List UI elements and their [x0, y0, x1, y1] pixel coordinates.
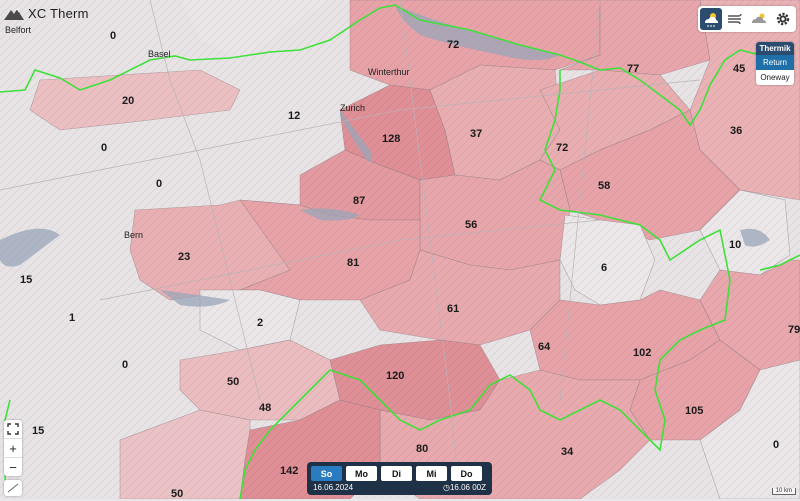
region-value: 102: [633, 347, 651, 359]
day-button-so[interactable]: So: [311, 466, 342, 481]
thermik-header: Thermik: [756, 42, 794, 55]
region-value: 23: [178, 251, 190, 263]
map-canvas[interactable]: Belfort Basel Winterthur Zurich Bern 0 7…: [0, 0, 800, 499]
thermal-layer-button[interactable]: [700, 8, 722, 30]
thermik-panel: Thermik Return Oneway: [756, 42, 794, 85]
day-button-do[interactable]: Do: [451, 466, 482, 481]
wind-layer-button[interactable]: [724, 8, 746, 30]
region-value: 58: [598, 180, 610, 192]
region-value: 120: [386, 370, 404, 382]
region-value: 0: [101, 142, 107, 154]
city-label-winterthur: Winterthur: [368, 67, 410, 77]
day-button-mo[interactable]: Mo: [346, 466, 377, 481]
region-value: 0: [110, 30, 116, 42]
layer-toolbar: [698, 6, 796, 32]
region-value: 80: [416, 443, 428, 455]
region-value: 2: [257, 317, 263, 329]
region-value: 81: [347, 257, 359, 269]
region-value: 77: [627, 63, 639, 75]
app-title-bar: XC Therm: [4, 6, 89, 21]
zoom-out-button[interactable]: −: [4, 458, 22, 476]
region-value: 72: [447, 39, 459, 51]
clock-icon: ◷: [442, 483, 450, 492]
region-value: 87: [353, 195, 365, 207]
thermik-option-return[interactable]: Return: [756, 55, 794, 70]
region-value: 37: [470, 128, 482, 140]
region-value: 15: [20, 274, 32, 286]
region-value: 142: [280, 465, 298, 477]
region-value: 128: [382, 133, 400, 145]
cloud-icon: [752, 13, 766, 23]
fullscreen-icon: [7, 423, 19, 435]
region-value: 45: [733, 63, 745, 75]
scale-bar: 10 km: [771, 488, 796, 495]
region-value: 105: [685, 405, 703, 417]
region-value: 72: [556, 142, 568, 154]
forecast-time: ◷16.06 00Z: [443, 483, 486, 492]
city-label-bern: Bern: [124, 230, 143, 240]
zoom-control: + −: [4, 420, 22, 476]
city-label-zurich: Zurich: [340, 103, 365, 113]
app-title: XC Therm: [28, 6, 89, 21]
wind-icon: [728, 13, 742, 25]
region-value: 79: [788, 324, 800, 336]
region-value: 48: [259, 402, 271, 414]
city-label-basel: Basel: [148, 49, 171, 59]
region-value: 6: [601, 262, 607, 274]
thermal-cloud-icon: [705, 13, 718, 27]
region-value: 36: [730, 125, 742, 137]
locate-icon: [7, 483, 19, 493]
region-value: 12: [288, 110, 300, 122]
forecast-time-value: 16.06 00Z: [449, 483, 486, 492]
region-value: 20: [122, 95, 134, 107]
mountain-logo-icon: [4, 7, 24, 20]
day-selector: So Mo Di Mi Do 16.06.2024 ◷16.06 00Z: [307, 462, 492, 495]
region-value: 0: [773, 439, 779, 451]
region-value: 50: [171, 488, 183, 499]
settings-button[interactable]: [772, 8, 794, 30]
region-value: 15: [32, 425, 44, 437]
locate-button[interactable]: [4, 480, 22, 496]
cloud-layer-button[interactable]: [748, 8, 770, 30]
city-label-belfort: Belfort: [5, 25, 32, 35]
forecast-date: 16.06.2024: [313, 483, 354, 492]
region-value: 64: [538, 341, 551, 353]
region-value: 0: [122, 359, 128, 371]
region-value: 34: [561, 446, 574, 458]
zoom-in-button[interactable]: +: [4, 439, 22, 458]
region-value: 1: [69, 312, 75, 324]
region-value: 0: [156, 178, 162, 190]
thermik-option-oneway[interactable]: Oneway: [756, 70, 794, 85]
day-button-di[interactable]: Di: [381, 466, 412, 481]
day-button-mi[interactable]: Mi: [416, 466, 447, 481]
fullscreen-button[interactable]: [4, 420, 22, 439]
region-value: 10: [729, 239, 741, 251]
gear-icon: [776, 12, 790, 26]
region-value: 50: [227, 376, 239, 388]
region-value: 61: [447, 303, 459, 315]
region-value: 56: [465, 219, 477, 231]
